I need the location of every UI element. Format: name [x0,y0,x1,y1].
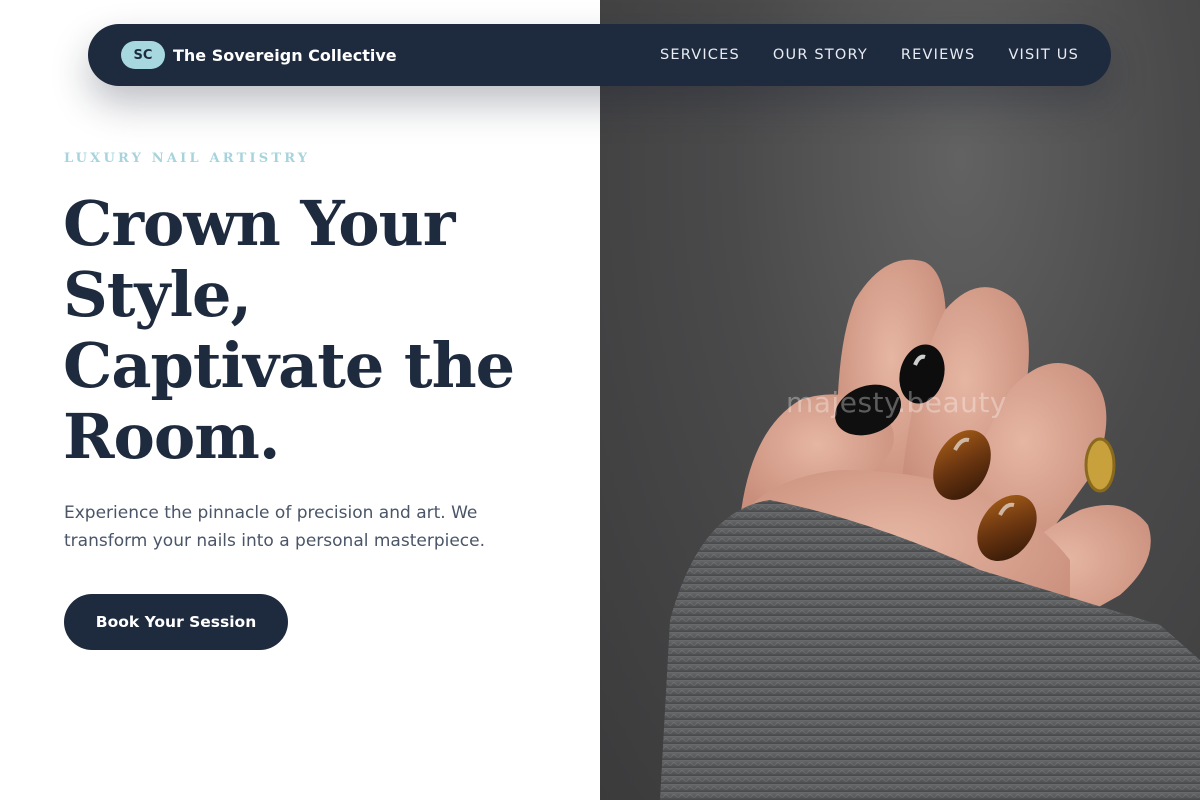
brand-logo-badge[interactable]: SC [121,41,165,69]
hero-headline: Crown Your Style, Captivate the Room. [63,188,583,472]
book-session-button[interactable]: Book Your Session [64,594,288,650]
brand[interactable]: SC The Sovereign Collective [121,41,397,69]
watermark-text: majesty.beauty [786,386,1007,419]
headline-line-4: Room. [63,400,280,473]
headline-line-1: Crown Your [63,187,455,260]
headline-line-3: Captivate the [63,329,515,402]
hero-photo: majesty.beauty [600,0,1200,800]
brand-name[interactable]: The Sovereign Collective [173,46,397,65]
hero-eyebrow: LUXURY NAIL ARTISTRY [64,151,311,166]
hero-description: Experience the pinnacle of precision and… [64,503,486,551]
nav-link-reviews[interactable]: REVIEWS [901,47,976,63]
nav-links: SERVICES OUR STORY REVIEWS VISIT US [660,47,1079,63]
nav-link-services[interactable]: SERVICES [660,47,740,63]
nav-link-our-story[interactable]: OUR STORY [773,47,868,63]
nav-link-visit-us[interactable]: VISIT US [1008,47,1079,63]
headline-line-2: Style, [63,258,252,331]
top-navigation: SC The Sovereign Collective SERVICES OUR… [88,24,1111,86]
